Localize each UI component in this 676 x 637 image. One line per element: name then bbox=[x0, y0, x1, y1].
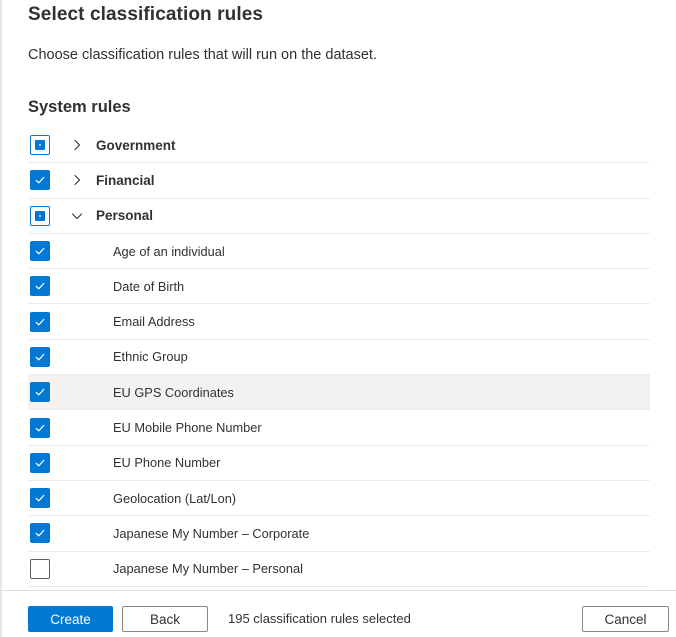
rule-label: Email Address bbox=[113, 314, 195, 330]
indeterminate-icon bbox=[35, 210, 45, 221]
rule-row-age-of-an-individual[interactable]: Age of an individual bbox=[28, 234, 650, 270]
rule-checkbox-geolocation-lat-lon[interactable] bbox=[30, 488, 50, 509]
checkmark-icon bbox=[34, 316, 46, 328]
chevron-right-icon[interactable] bbox=[70, 173, 84, 187]
rule-row-eu-gps-coordinates[interactable]: EU GPS Coordinates bbox=[28, 375, 650, 411]
rule-row-ethnic-group[interactable]: Ethnic Group bbox=[28, 340, 650, 376]
rule-label: EU Phone Number bbox=[113, 455, 221, 471]
rule-checkbox-date-of-birth[interactable] bbox=[30, 276, 50, 297]
checkmark-icon bbox=[34, 280, 46, 292]
chevron-right-icon[interactable] bbox=[70, 138, 84, 152]
rule-row-date-of-birth[interactable]: Date of Birth bbox=[28, 269, 650, 305]
rule-label: Date of Birth bbox=[113, 278, 185, 294]
rule-group-row-financial[interactable]: Financial bbox=[28, 163, 650, 199]
rule-row-geolocation-lat-lon[interactable]: Geolocation (Lat/Lon) bbox=[28, 481, 650, 517]
rule-label: EU Mobile Phone Number bbox=[113, 420, 262, 436]
create-button[interactable]: Create bbox=[28, 606, 113, 632]
selection-count-status: 195 classification rules selected bbox=[228, 611, 411, 626]
rule-label: Ethnic Group bbox=[113, 349, 188, 365]
classification-rules-panel: Select classification rules Choose class… bbox=[0, 0, 676, 637]
rule-checkbox-personal[interactable] bbox=[30, 205, 50, 226]
rule-row-eu-phone-number[interactable]: EU Phone Number bbox=[28, 446, 650, 481]
rule-label: Age of an individual bbox=[113, 243, 225, 259]
chevron-down-icon[interactable] bbox=[70, 209, 84, 223]
rule-checkbox-japanese-my-number-personal[interactable] bbox=[30, 558, 50, 579]
cancel-button[interactable]: Cancel bbox=[582, 606, 669, 632]
rule-label: Japanese My Number – Personal bbox=[113, 561, 303, 577]
rule-row-japanese-my-number-corporate[interactable]: Japanese My Number – Corporate bbox=[28, 516, 650, 552]
rule-checkbox-financial[interactable] bbox=[30, 170, 50, 191]
rule-checkbox-age-of-an-individual[interactable] bbox=[30, 241, 50, 262]
checkmark-icon bbox=[34, 492, 46, 504]
rule-row-email-address[interactable]: Email Address bbox=[28, 304, 650, 340]
rule-checkbox-eu-phone-number[interactable] bbox=[30, 452, 50, 473]
rule-checkbox-japanese-my-number-corporate[interactable] bbox=[30, 523, 50, 544]
rule-label: Japanese My Number – Corporate bbox=[113, 525, 310, 541]
rule-label: EU GPS Coordinates bbox=[113, 384, 234, 400]
panel-subtitle: Choose classification rules that will ru… bbox=[28, 47, 377, 63]
rule-checkbox-eu-mobile-phone-number[interactable] bbox=[30, 417, 50, 438]
rule-row-japanese-my-number-personal[interactable]: Japanese My Number – Personal bbox=[28, 552, 650, 587]
section-title-system-rules: System rules bbox=[28, 98, 131, 116]
rule-checkbox-ethnic-group[interactable] bbox=[30, 346, 50, 367]
rule-label: Geolocation (Lat/Lon) bbox=[113, 490, 237, 506]
rule-row-eu-mobile-phone-number[interactable]: EU Mobile Phone Number bbox=[28, 410, 650, 446]
back-button[interactable]: Back bbox=[122, 606, 208, 632]
system-rules-list: Government Financial Personal Age of an ind… bbox=[28, 128, 650, 587]
checkmark-icon bbox=[34, 351, 46, 363]
rule-group-row-government[interactable]: Government bbox=[28, 128, 650, 164]
checkmark-icon bbox=[34, 245, 46, 257]
rule-checkbox-eu-gps-coordinates[interactable] bbox=[30, 382, 50, 403]
checkmark-icon bbox=[34, 527, 46, 539]
checkmark-icon bbox=[34, 422, 46, 434]
rule-label: Government bbox=[96, 137, 176, 153]
rule-label: Financial bbox=[96, 172, 155, 188]
indeterminate-icon bbox=[35, 140, 45, 151]
footer-divider bbox=[0, 590, 676, 591]
rule-checkbox-email-address[interactable] bbox=[30, 311, 50, 332]
rule-checkbox-government[interactable] bbox=[30, 135, 50, 156]
rule-label: Personal bbox=[96, 208, 154, 224]
checkmark-icon bbox=[34, 386, 46, 398]
checkmark-icon bbox=[34, 174, 46, 186]
rule-group-row-personal[interactable]: Personal bbox=[28, 199, 650, 234]
panel-title: Select classification rules bbox=[28, 4, 264, 25]
checkmark-icon bbox=[34, 457, 46, 469]
